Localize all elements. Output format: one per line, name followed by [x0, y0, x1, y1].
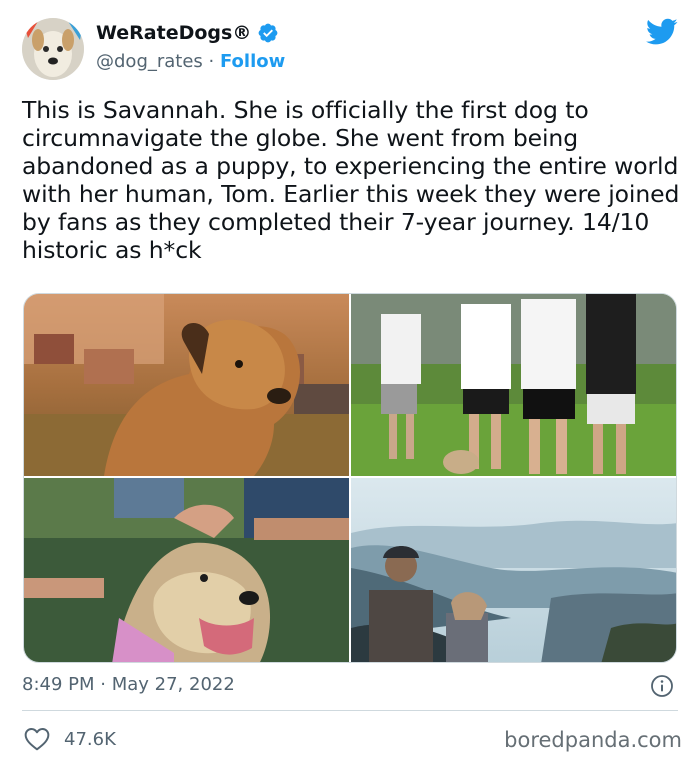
media-grid	[23, 293, 677, 663]
author-handle[interactable]: @dog_rates	[96, 51, 203, 72]
tweet-text: This is Savannah. She is officially the …	[22, 96, 680, 264]
handle-separator: ·	[202, 51, 220, 72]
watermark: boredpanda.com	[504, 728, 682, 752]
divider	[22, 710, 678, 711]
follow-button[interactable]: Follow	[220, 51, 285, 72]
twitter-bird-icon[interactable]	[646, 18, 678, 46]
like-count: 47.6K	[64, 728, 116, 750]
tweet-date: May 27, 2022	[111, 674, 235, 695]
verified-badge-icon	[258, 23, 278, 43]
author-name-row: WeRateDogs®	[96, 22, 279, 44]
timestamp-separator: ·	[94, 674, 112, 695]
photo-dog-being-petted[interactable]	[24, 478, 349, 662]
photo-dog-overlooking-city[interactable]	[24, 294, 349, 476]
author-handle-row: @dog_rates · Follow	[96, 51, 285, 72]
photo-walking-crowd[interactable]	[351, 294, 676, 476]
avatar[interactable]	[22, 18, 84, 80]
tweet-time: 8:49 PM	[22, 674, 95, 695]
photo-man-and-dog-mountain-view[interactable]	[351, 478, 676, 662]
heart-icon	[24, 728, 50, 751]
tweet-timestamp[interactable]: 8:49 PM · May 27, 2022	[22, 674, 235, 695]
like-button[interactable]: 47.6K	[24, 727, 116, 751]
info-icon[interactable]	[650, 674, 674, 698]
author-display-name[interactable]: WeRateDogs®	[96, 22, 251, 44]
